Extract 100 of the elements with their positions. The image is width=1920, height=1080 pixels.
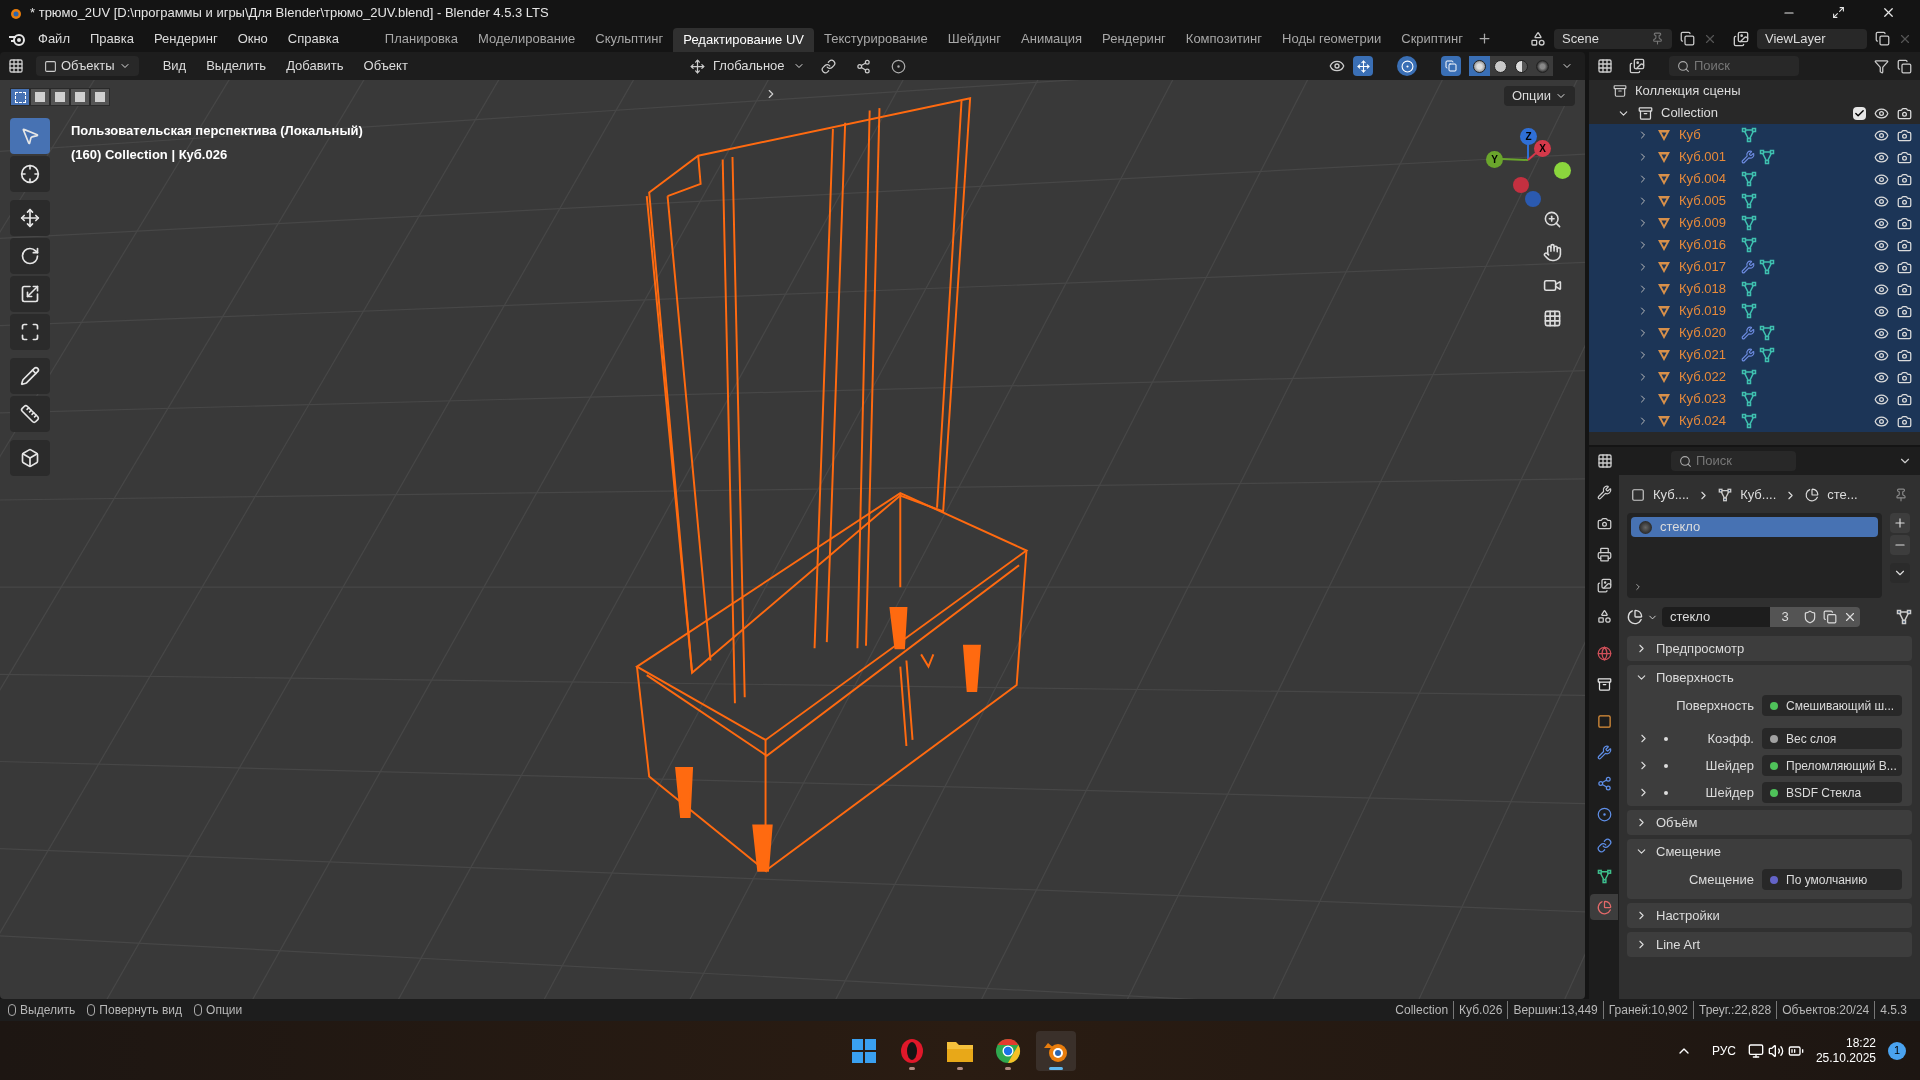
object-name[interactable]: Куб.023 xyxy=(1679,389,1741,409)
wrench-icon[interactable] xyxy=(1741,348,1755,362)
camera-icon[interactable] xyxy=(1897,237,1912,253)
menu-item[interactable]: Объект xyxy=(355,56,416,76)
select-mode-button[interactable] xyxy=(70,88,90,106)
remove-slot-icon[interactable] xyxy=(1890,535,1910,555)
caret-icon[interactable] xyxy=(1890,563,1910,583)
outliner-row[interactable]: Куб.020 xyxy=(1589,322,1920,344)
eye-icon[interactable] xyxy=(1874,237,1889,253)
hand-icon[interactable] xyxy=(1543,243,1562,262)
eye-icon[interactable] xyxy=(1874,303,1889,319)
eye-icon[interactable] xyxy=(1874,171,1889,187)
gizmo-axis-handle[interactable]: Y xyxy=(1486,151,1503,168)
eye-icon[interactable] xyxy=(1874,127,1889,143)
network-icon[interactable] xyxy=(1747,1042,1764,1059)
camera-icon[interactable] xyxy=(1897,281,1912,297)
scene-icon[interactable] xyxy=(1530,30,1546,47)
user-count[interactable]: 3 xyxy=(1770,607,1800,627)
new-collection-icon[interactable] xyxy=(1897,58,1912,74)
move-tool[interactable] xyxy=(10,200,50,236)
scale-tool[interactable] xyxy=(10,276,50,312)
workspace-tab[interactable]: Скриптинг xyxy=(1391,28,1474,49)
pin-icon[interactable] xyxy=(1651,32,1664,45)
eye-icon[interactable] xyxy=(1874,105,1889,121)
workspace-tab[interactable]: Скульптинг xyxy=(585,28,674,49)
new-view-layer-icon[interactable] xyxy=(1875,31,1890,46)
gizmo-axis-handle[interactable] xyxy=(1525,191,1541,207)
camera-icon[interactable] xyxy=(1897,391,1912,407)
editor-type-icon[interactable] xyxy=(8,58,24,74)
outliner-row[interactable]: Куб.018 xyxy=(1589,278,1920,300)
breadcrumb-item[interactable]: Куб.... xyxy=(1740,485,1777,505)
workspace-tab[interactable]: Текстурирование xyxy=(814,28,938,49)
object-name[interactable]: Куб.019 xyxy=(1679,301,1741,321)
shading-mode-button[interactable] xyxy=(1469,56,1490,76)
panel-header[interactable]: Line Art xyxy=(1627,932,1912,957)
close-icon[interactable] xyxy=(1881,5,1896,20)
include-checkbox[interactable] xyxy=(1853,106,1866,120)
workspace-tab[interactable]: Шейдинг xyxy=(937,28,1012,49)
workspace-tab[interactable]: Рендеринг xyxy=(1092,28,1176,49)
gizmo-axis-handle[interactable] xyxy=(1513,177,1529,193)
camera-icon[interactable] xyxy=(1897,127,1912,143)
select-mode-button[interactable] xyxy=(30,88,50,106)
wrench-icon[interactable] xyxy=(1741,150,1755,164)
panel-header[interactable]: Поверхность xyxy=(1627,665,1912,690)
eye-icon[interactable] xyxy=(1874,149,1889,165)
cursor-tool[interactable] xyxy=(10,156,50,192)
wrench-icon[interactable] xyxy=(1741,326,1755,340)
menu-item[interactable]: Выделить xyxy=(198,56,275,76)
material-browse-icon[interactable] xyxy=(1627,609,1643,625)
material-tab[interactable] xyxy=(1590,894,1618,920)
eye-icon[interactable] xyxy=(1874,215,1889,231)
breadcrumb-item[interactable]: сте... xyxy=(1827,485,1858,505)
outliner-row[interactable]: Куб.016 xyxy=(1589,234,1920,256)
shader-socket-field[interactable]: Преломляющий B... xyxy=(1762,755,1902,776)
object-name[interactable]: Куб.022 xyxy=(1679,367,1741,387)
select-mode-button[interactable] xyxy=(10,88,30,106)
camera-icon[interactable] xyxy=(1897,193,1912,209)
outliner-row[interactable]: Куб.001 xyxy=(1589,146,1920,168)
menu-item[interactable]: Окно xyxy=(229,28,276,49)
clock[interactable]: 18:22 25.10.2025 xyxy=(1815,1035,1876,1066)
eye-icon[interactable] xyxy=(1874,369,1889,385)
xray-toggle[interactable] xyxy=(1441,56,1461,76)
material-slot[interactable]: стекло xyxy=(1631,517,1878,537)
new-scene-icon[interactable] xyxy=(1680,31,1695,46)
select-box-tool[interactable] xyxy=(10,118,50,154)
menu-item[interactable]: Правка xyxy=(81,28,142,49)
add-cube-tool[interactable] xyxy=(10,440,50,476)
scene-collection-label[interactable]: Коллекция сцены xyxy=(1635,81,1741,101)
wrench-icon[interactable] xyxy=(1741,260,1755,274)
menu-item[interactable]: Вид xyxy=(154,56,195,76)
outliner-row[interactable]: Куб.024 xyxy=(1589,410,1920,432)
object-name[interactable]: Куб.001 xyxy=(1679,147,1741,167)
object-name[interactable]: Куб.005 xyxy=(1679,191,1741,211)
rotate-tool[interactable] xyxy=(10,238,50,274)
workspace-tab[interactable]: Ноды геометрии xyxy=(1272,28,1392,49)
camera-icon[interactable] xyxy=(1897,149,1912,165)
camera-icon[interactable] xyxy=(1897,259,1912,275)
select-mode-button[interactable] xyxy=(90,88,110,106)
object-name[interactable]: Куб.017 xyxy=(1679,257,1741,277)
workspace-tab[interactable]: Анимация xyxy=(1011,28,1093,49)
shading-mode-button[interactable] xyxy=(1490,56,1511,76)
eye-icon[interactable] xyxy=(1874,347,1889,363)
workspace-tab[interactable]: Редактирование UV xyxy=(673,28,814,52)
camera-icon[interactable] xyxy=(1897,303,1912,319)
shader-socket-field[interactable]: BSDF Стекла xyxy=(1762,782,1902,803)
object-name[interactable]: Куб.018 xyxy=(1679,279,1741,299)
unlink-icon[interactable] xyxy=(1840,607,1860,627)
options-dropdown[interactable]: Опции xyxy=(1503,86,1575,106)
object-name[interactable]: Куб xyxy=(1679,125,1741,145)
camera-icon[interactable] xyxy=(1897,171,1912,187)
snap-icon[interactable] xyxy=(855,58,871,74)
pin-icon[interactable] xyxy=(1894,488,1908,502)
outliner-row[interactable]: Куб.017 xyxy=(1589,256,1920,278)
annotate-tool[interactable] xyxy=(10,358,50,394)
taskbar-app[interactable] xyxy=(1036,1030,1076,1071)
panel-header[interactable]: Настройки xyxy=(1627,903,1912,928)
panel-header[interactable]: Предпросмотр xyxy=(1627,636,1912,661)
eye-icon[interactable] xyxy=(1874,259,1889,275)
mode-dropdown[interactable]: Объекты xyxy=(36,56,139,76)
outliner-row[interactable]: Куб.009 xyxy=(1589,212,1920,234)
